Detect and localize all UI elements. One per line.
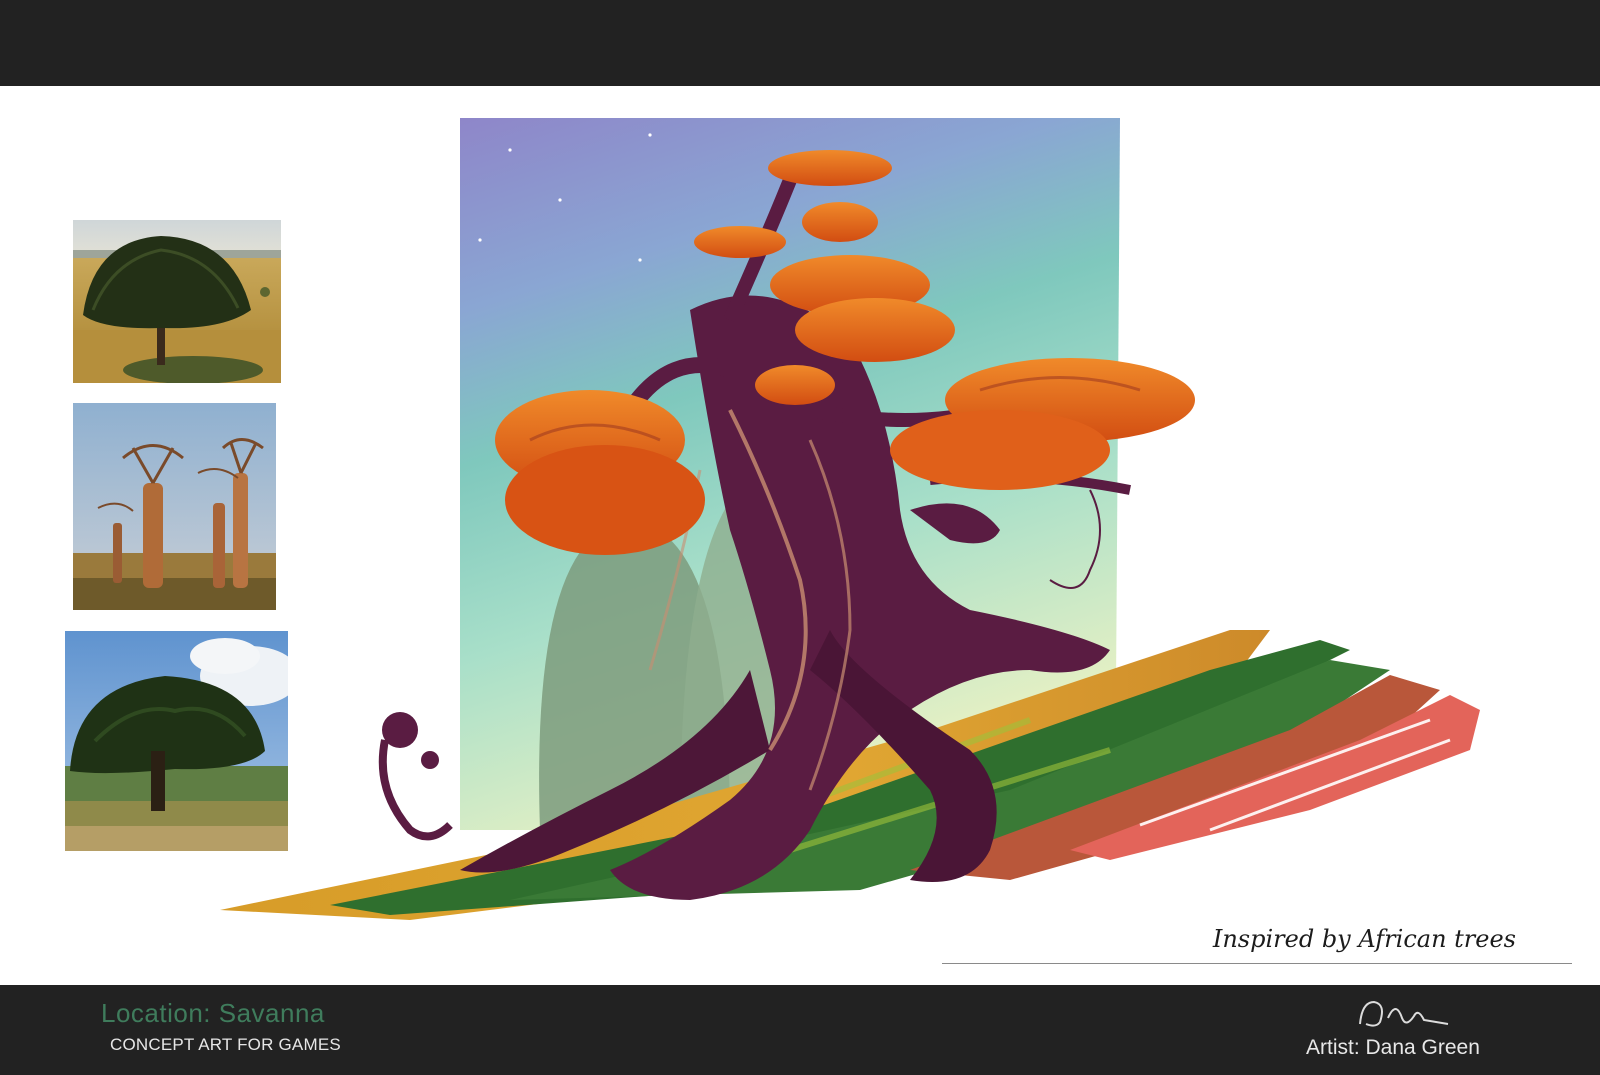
signature-icon	[1352, 994, 1452, 1034]
concept-art-painting	[210, 110, 1520, 940]
artwork-caption: Inspired by African trees	[1212, 925, 1516, 953]
caption-underline	[942, 963, 1572, 964]
location-title: Location: Savanna	[101, 998, 325, 1028]
artist-credit: Artist: Dana Green	[1306, 1036, 1480, 1059]
project-subtitle: CONCEPT ART FOR GAMES	[110, 1035, 341, 1054]
top-bar	[0, 0, 1600, 86]
